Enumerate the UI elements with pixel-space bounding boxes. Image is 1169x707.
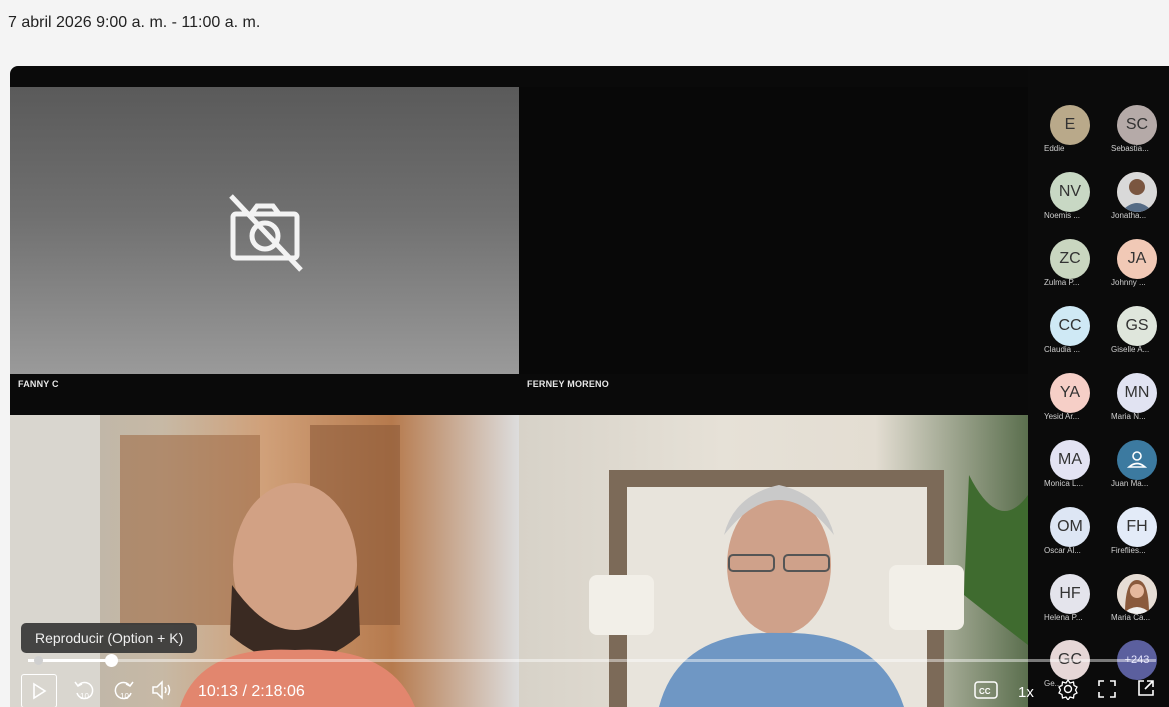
chapter-marker (34, 656, 43, 665)
video-tile-fanny (10, 87, 519, 374)
avatar-photo (1117, 574, 1157, 614)
forward-10-button[interactable]: 10 (110, 676, 138, 704)
participant-avatar[interactable]: CC Claudia ... (1040, 306, 1100, 354)
participant-avatar[interactable]: ZC Zulma P... (1040, 239, 1100, 287)
tile-label-ferney: FERNEY MORENO (527, 379, 609, 389)
avatar: JA (1117, 239, 1157, 279)
tile-label-fanny: FANNY C (18, 379, 59, 389)
play-button[interactable] (21, 674, 57, 707)
player-controls: 10 10 10:13 / 2:18:06 CC 1x (10, 670, 1169, 707)
person-icon (1126, 451, 1148, 468)
participant-avatar[interactable]: JA Johnny ... (1107, 239, 1167, 287)
avatar: MA (1050, 440, 1090, 480)
participant-avatar[interactable]: SC Sebastia... (1107, 105, 1167, 153)
captions-icon: CC (974, 681, 998, 699)
date-range-header: 7 abril 2026 9:00 a. m. - 11:00 a. m. (8, 14, 261, 31)
volume-icon (152, 680, 171, 700)
avatar: YA (1050, 373, 1090, 413)
avatar: MN (1117, 373, 1157, 413)
progress-thumb[interactable] (105, 654, 118, 667)
avatar-photo (1117, 172, 1157, 212)
rewind-label: 10 (80, 692, 89, 701)
participant-avatar[interactable]: Juan Ma... (1107, 440, 1167, 488)
avatar: E (1050, 105, 1090, 145)
popout-button[interactable] (1135, 677, 1157, 699)
video-tile-participant-left (10, 415, 519, 707)
participant-avatar[interactable]: MN Maria N... (1107, 373, 1167, 421)
forward-label: 10 (120, 692, 129, 701)
avatar: NV (1050, 172, 1090, 212)
avatar: HF (1050, 574, 1090, 614)
progress-track[interactable] (28, 654, 1156, 667)
volume-button[interactable] (148, 676, 176, 704)
avatar: FH (1117, 507, 1157, 547)
participant-video-right (589, 470, 1028, 707)
captions-label: CC (979, 687, 991, 696)
recording-player[interactable]: FANNY C FERNEY MORENO E Eddie SC Sebasti… (10, 66, 1169, 707)
avatar: CC (1050, 306, 1090, 346)
time-display: 10:13 / 2:18:06 (198, 683, 305, 700)
avatar: GS (1117, 306, 1157, 346)
participant-avatar[interactable]: Maria Ca... (1107, 574, 1167, 622)
rewind-10-icon: 10 (74, 681, 94, 701)
captions-button[interactable]: CC (974, 680, 998, 700)
settings-button[interactable] (1056, 677, 1080, 701)
person-photo-icon (1117, 172, 1157, 212)
playback-speed[interactable]: 1x (1018, 684, 1034, 701)
participant-avatar[interactable]: GS Giselle A... (1107, 306, 1167, 354)
avatar: SC (1117, 105, 1157, 145)
participant-sidebar: E Eddie SC Sebastia... NV Noemis ... Jon… (1028, 66, 1169, 707)
participant-video-left (10, 415, 415, 707)
participant-avatar[interactable]: E Eddie (1040, 105, 1100, 153)
participant-avatar[interactable]: OM Oscar Al... (1040, 507, 1100, 555)
participant-avatar[interactable]: Jonatha... (1107, 172, 1167, 220)
avatar: OM (1050, 507, 1090, 547)
fullscreen-button[interactable] (1096, 678, 1118, 700)
video-tile-participant-right (519, 415, 1028, 707)
fullscreen-icon (1098, 680, 1116, 698)
participant-avatar[interactable]: YA Yesid Ar... (1040, 373, 1100, 421)
participant-avatar[interactable]: HF Helena P... (1040, 574, 1100, 622)
external-link-icon (1138, 680, 1154, 696)
rewind-10-button[interactable]: 10 (70, 676, 98, 704)
participant-avatar[interactable]: NV Noemis ... (1040, 172, 1100, 220)
participant-avatar[interactable]: MA Monica L... (1040, 440, 1100, 488)
participant-avatar[interactable]: FH Fireflies... (1107, 507, 1167, 555)
person-photo-icon (1117, 574, 1157, 614)
camera-off-icon (229, 194, 303, 272)
gear-icon (1058, 678, 1078, 700)
forward-10-icon: 10 (114, 681, 134, 701)
video-tile-ferney (519, 87, 1028, 374)
avatar: ZC (1050, 239, 1090, 279)
avatar (1117, 440, 1157, 480)
play-tooltip: Reproducir (Option + K) (21, 623, 198, 653)
play-icon (33, 682, 47, 700)
